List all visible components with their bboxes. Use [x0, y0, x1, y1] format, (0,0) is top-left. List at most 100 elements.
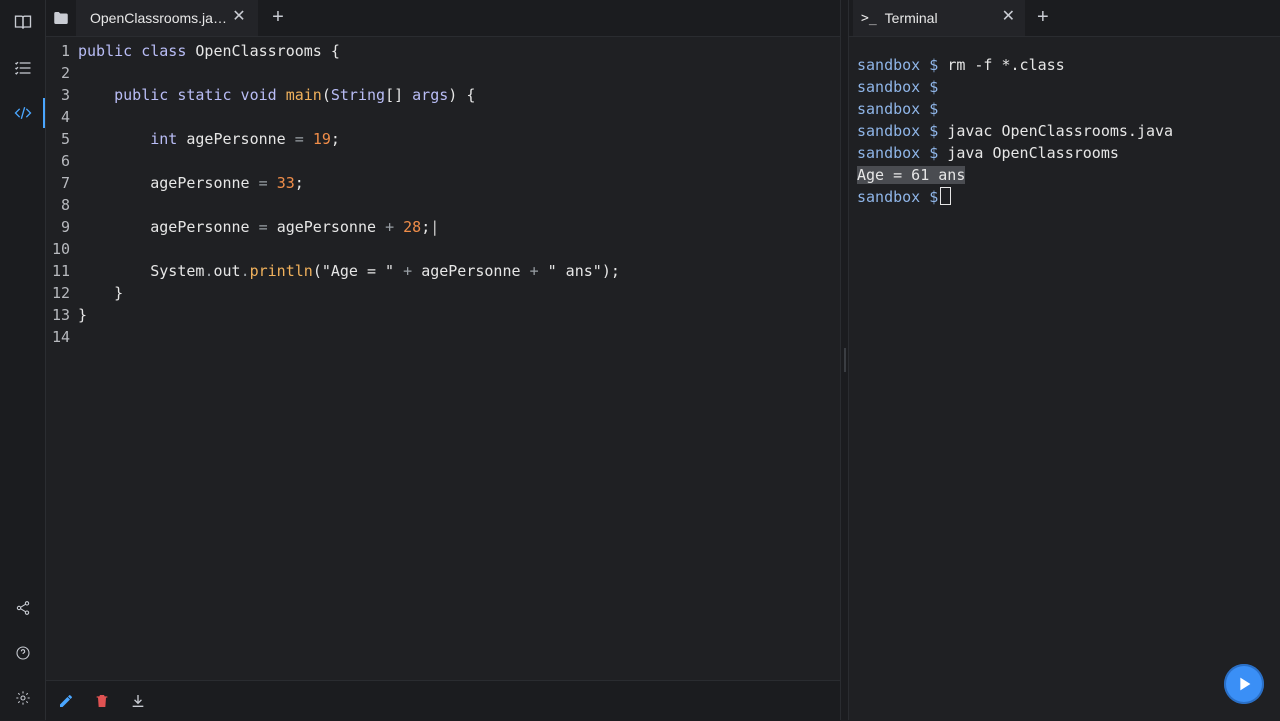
code-icon[interactable] — [11, 101, 35, 125]
tab-terminal[interactable]: >_ Terminal ✕ — [853, 0, 1025, 36]
line-number: 3 — [60, 86, 70, 104]
terminal-command: rm -f *.class — [947, 56, 1065, 74]
code-line: 10 — [46, 238, 840, 260]
close-icon[interactable]: ✕ — [1002, 9, 1015, 25]
line-number: 7 — [60, 174, 70, 192]
code-token: args — [412, 86, 449, 104]
code-token: println — [249, 262, 313, 280]
help-icon[interactable] — [11, 641, 35, 665]
code-token: { — [330, 42, 340, 60]
code-token: OpenClassrooms — [195, 42, 322, 60]
code-token: 33 — [276, 174, 295, 192]
code-token: public class — [78, 42, 187, 60]
terminal-prompt: sandbox $ — [857, 100, 939, 118]
pane-splitter[interactable] — [840, 0, 849, 720]
line-number: 11 — [51, 262, 70, 280]
splitter-grip[interactable] — [844, 348, 846, 372]
line-number: 13 — [51, 306, 70, 324]
code-line: 4 — [46, 106, 840, 128]
code-token: "Age = " — [321, 262, 395, 280]
terminal-line: Age = 61 ans — [857, 164, 1277, 186]
code-token: agePersonne — [186, 130, 286, 148]
line-number: 12 — [51, 284, 70, 302]
terminal-prompt: sandbox $ — [857, 56, 939, 74]
program-output: Age = 61 ans — [857, 166, 966, 184]
terminal-line: sandbox $ — [857, 186, 1277, 208]
terminal-line: sandbox $ — [857, 98, 1277, 120]
code-token: System — [150, 262, 205, 280]
line-number: 6 — [60, 152, 70, 170]
code-line: 12 } — [46, 282, 840, 304]
code-token: agePersonne — [150, 174, 250, 192]
code-token: main — [285, 86, 322, 104]
code-token: public static void — [114, 86, 277, 104]
code-line: 1 public class OpenClassrooms { — [46, 40, 840, 62]
terminal-prompt: sandbox $ — [857, 78, 939, 96]
book-icon[interactable] — [11, 10, 35, 34]
line-number: 5 — [60, 130, 70, 148]
download-icon[interactable] — [128, 691, 148, 711]
terminal-cursor — [940, 187, 952, 205]
terminal-output[interactable]: sandbox $ rm -f *.class sandbox $ sandbo… — [857, 54, 1277, 208]
code-token: } — [114, 284, 124, 302]
terminal-command: javac OpenClassrooms.java — [947, 122, 1174, 140]
code-line: 6 — [46, 150, 840, 172]
code-token: agePersonne — [421, 262, 521, 280]
code-token: agePersonne — [276, 218, 377, 236]
terminal-line: sandbox $ java OpenClassrooms — [857, 142, 1277, 164]
code-line: 11 System.out.println("Age = " + agePers… — [46, 260, 840, 282]
line-number: 10 — [51, 240, 70, 258]
terminal-command: java OpenClassrooms — [947, 144, 1119, 162]
editor-footer — [46, 680, 840, 721]
terminal-prompt: sandbox $ — [857, 122, 939, 140]
terminal-line: sandbox $ javac OpenClassrooms.java — [857, 120, 1277, 142]
code-line: 3 public static void main(String[] args)… — [46, 84, 840, 106]
run-button[interactable] — [1224, 664, 1264, 704]
close-icon[interactable]: ✕ — [232, 9, 246, 25]
editor-tabbar: OpenClassrooms.ja… ✕ + — [46, 0, 840, 37]
list-icon[interactable] — [11, 56, 35, 80]
play-icon — [1240, 677, 1251, 691]
code-token: 28 — [403, 218, 422, 236]
active-indicator — [43, 98, 45, 128]
gear-icon[interactable] — [11, 686, 35, 710]
code-token: String — [330, 86, 386, 104]
editor-pane: OpenClassrooms.ja… ✕ + 1 public class Ope… — [46, 0, 840, 721]
code-token: agePersonne — [150, 218, 250, 236]
folder-icon[interactable] — [46, 0, 76, 36]
code-line: 13} — [46, 304, 840, 326]
share-icon[interactable] — [11, 596, 35, 620]
terminal-tab-label: Terminal — [884, 10, 938, 26]
terminal-prompt: sandbox $ — [857, 188, 939, 206]
terminal-pane: >_ Terminal ✕ + sandbox $ rm -f *.class … — [849, 0, 1280, 720]
line-number: 8 — [60, 196, 70, 214]
code-line: 8 — [46, 194, 840, 216]
terminal-line: sandbox $ — [857, 76, 1277, 98]
line-number: 9 — [60, 218, 70, 236]
code-token: ) { — [448, 86, 476, 104]
line-number: 4 — [60, 108, 70, 126]
add-tab-icon[interactable]: + — [268, 7, 288, 27]
code-token: 19 — [312, 130, 331, 148]
code-line: 7 agePersonne = 33; — [46, 172, 840, 194]
code-line: 2 — [46, 62, 840, 84]
add-tab-icon[interactable]: + — [1037, 7, 1049, 27]
line-number: 1 — [60, 42, 70, 60]
terminal-prompt: sandbox $ — [857, 144, 939, 162]
code-token: " ans" — [547, 262, 602, 280]
code-token: out — [213, 262, 241, 280]
line-number: 2 — [60, 64, 70, 82]
terminal-tabbar: >_ Terminal ✕ + — [849, 0, 1280, 37]
terminal-line: sandbox $ rm -f *.class — [857, 54, 1277, 76]
code-line: 14 — [46, 326, 840, 348]
code-token: } — [78, 306, 88, 324]
trash-icon[interactable] — [92, 691, 112, 711]
tab-openclassrooms-java[interactable]: OpenClassrooms.ja… ✕ — [76, 0, 258, 36]
code-line: 9 agePersonne = agePersonne + 28;| — [46, 216, 840, 238]
terminal-icon: >_ — [861, 10, 877, 26]
code-line: 5 int agePersonne = 19; — [46, 128, 840, 150]
pencil-icon[interactable] — [56, 691, 76, 711]
line-number: 14 — [51, 328, 70, 346]
tab-label: OpenClassrooms.ja… — [90, 10, 227, 26]
code-editor[interactable]: 1 public class OpenClassrooms { 2 3 publi… — [46, 40, 840, 348]
